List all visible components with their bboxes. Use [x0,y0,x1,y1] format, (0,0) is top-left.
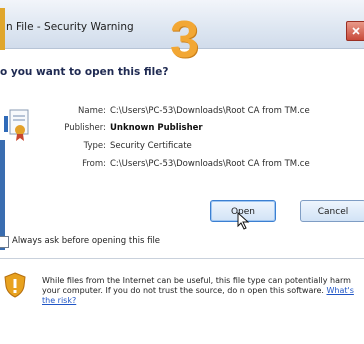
always-ask-label[interactable]: Always ask before opening this file [12,236,160,246]
divider [0,258,364,259]
title-bar: n File - Security Warning 3 [0,0,364,66]
open-file-question: o you want to open this file? [0,66,169,78]
step-number-overlay: 3 [170,11,199,69]
warning-body: While files from the Internet can be use… [42,276,351,295]
detail-label-type: Type: [83,141,106,151]
warning-shield-icon [4,272,26,298]
detail-value-publisher: Unknown Publisher [110,123,203,133]
always-ask-checkbox[interactable] [0,236,9,248]
detail-value-type: Security Certificate [110,141,192,151]
detail-value-from: C:\Users\PC-53\Downloads\Root CA from TM… [110,159,310,169]
cancel-button[interactable]: Cancel [300,200,364,222]
detail-label-name: Name: [78,106,106,116]
mouse-cursor-icon [237,212,250,230]
security-warning-message: While files from the Internet can be use… [42,276,362,306]
dialog-title: n File - Security Warning [6,21,134,33]
detail-value-name: C:\Users\PC-53\Downloads\Root CA from TM… [110,106,310,116]
detail-label-publisher: Publisher: [64,123,106,133]
detail-label-from: From: [82,159,106,169]
close-icon [352,27,360,35]
certificate-file-icon [4,109,29,141]
window-side-edge [0,140,5,250]
window-edge-accent [0,8,5,50]
close-button[interactable] [346,21,364,41]
